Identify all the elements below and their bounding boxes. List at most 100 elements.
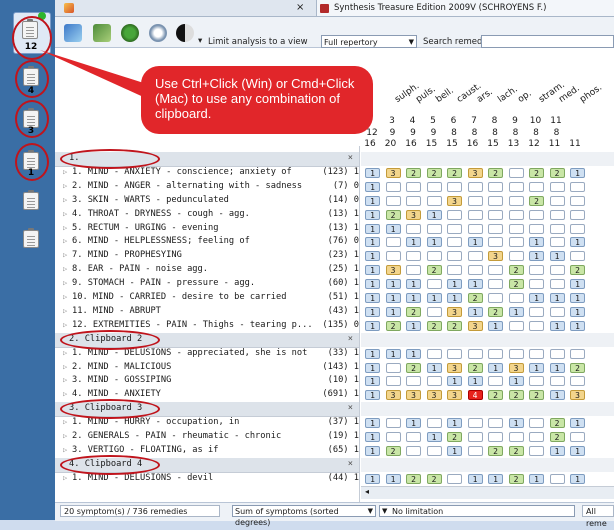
- grade-cell[interactable]: [508, 223, 524, 234]
- grade-cell[interactable]: [508, 320, 524, 331]
- grade-cell[interactable]: [447, 209, 462, 220]
- grade-cell[interactable]: [529, 320, 544, 331]
- close-icon[interactable]: ×: [348, 402, 353, 416]
- grade-cell[interactable]: 1: [426, 432, 442, 442]
- scroll-left-icon[interactable]: ◂: [365, 487, 369, 496]
- grade-cell[interactable]: [529, 445, 544, 456]
- repertory-view-icon[interactable]: [64, 24, 82, 42]
- grade-cell[interactable]: [488, 181, 503, 192]
- grade-cell[interactable]: [447, 181, 462, 192]
- grade-cell[interactable]: 2: [570, 265, 585, 276]
- grade-cell[interactable]: 2: [529, 167, 544, 178]
- grade-cell[interactable]: [385, 181, 401, 192]
- symptom-row[interactable]: ▷ 2. MIND - ANGER - alternating with - sa…: [55, 180, 365, 194]
- grade-cell[interactable]: 1: [365, 293, 380, 303]
- grade-cell[interactable]: 1: [508, 376, 524, 387]
- grade-cell[interactable]: 2: [508, 473, 524, 484]
- grade-cell[interactable]: 3: [406, 390, 421, 401]
- grade-cell[interactable]: 1: [488, 473, 503, 484]
- grade-cell[interactable]: [508, 181, 524, 192]
- grade-cell[interactable]: [488, 209, 503, 220]
- grade-cell[interactable]: [508, 167, 524, 178]
- status-remedies-filter[interactable]: All reme: [582, 505, 614, 528]
- grade-cell[interactable]: 3: [406, 209, 421, 220]
- grade-cell[interactable]: [529, 209, 544, 220]
- contrast-icon[interactable]: [176, 24, 194, 42]
- grade-cell[interactable]: 1: [549, 251, 565, 262]
- expand-icon[interactable]: ▷: [63, 263, 67, 277]
- grade-cell[interactable]: [426, 306, 442, 317]
- grade-cell[interactable]: 1: [447, 418, 462, 429]
- grade-cell[interactable]: [570, 348, 585, 359]
- grade-cell[interactable]: [426, 445, 442, 456]
- grade-cell[interactable]: 1: [467, 237, 483, 248]
- grade-cell[interactable]: [529, 418, 544, 429]
- grade-cell[interactable]: [570, 432, 585, 442]
- grade-cell[interactable]: [385, 251, 401, 262]
- grade-cell[interactable]: [447, 223, 462, 234]
- grade-cell[interactable]: 3: [385, 390, 401, 401]
- grade-cell[interactable]: 2: [467, 293, 483, 303]
- grade-cell[interactable]: 1: [385, 223, 401, 234]
- grade-cell[interactable]: [529, 348, 544, 359]
- grade-cell[interactable]: 1: [365, 167, 380, 178]
- grade-cell[interactable]: [385, 237, 401, 248]
- grade-cell[interactable]: [467, 251, 483, 262]
- expand-icon[interactable]: ▷: [63, 430, 67, 444]
- grade-cell[interactable]: [488, 348, 503, 359]
- grade-cell[interactable]: [488, 418, 503, 429]
- expand-icon[interactable]: ▷: [63, 194, 67, 208]
- grade-cell[interactable]: [426, 348, 442, 359]
- grade-cell[interactable]: [549, 195, 565, 206]
- grade-cell[interactable]: 1: [426, 209, 442, 220]
- grade-cell[interactable]: [385, 195, 401, 206]
- grade-cell[interactable]: 2: [385, 320, 401, 331]
- grade-cell[interactable]: 2: [406, 473, 421, 484]
- grade-cell[interactable]: 2: [549, 418, 565, 429]
- grade-cell[interactable]: 1: [529, 293, 544, 303]
- grade-cell[interactable]: 2: [508, 265, 524, 276]
- grade-cell[interactable]: 1: [365, 181, 380, 192]
- grade-cell[interactable]: 1: [549, 362, 565, 373]
- expand-icon[interactable]: ▷: [63, 291, 67, 305]
- symptom-row[interactable]: ▷ 8. EAR - PAIN - noise agg. (25) 1: [55, 263, 365, 277]
- grade-cell[interactable]: 2: [529, 390, 544, 401]
- grade-cell[interactable]: 1: [406, 279, 421, 290]
- grade-cell[interactable]: 1: [467, 279, 483, 290]
- grade-cell[interactable]: [385, 376, 401, 387]
- grade-cell[interactable]: [508, 293, 524, 303]
- analysis-icon[interactable]: [93, 24, 111, 42]
- grade-cell[interactable]: 1: [385, 348, 401, 359]
- grade-cell[interactable]: 1: [570, 293, 585, 303]
- grade-cell[interactable]: [406, 251, 421, 262]
- grade-cell[interactable]: 3: [508, 362, 524, 373]
- symptom-row[interactable]: ▷ 3. SKIN - WARTS - pedunculated (14) 0: [55, 194, 365, 208]
- grade-cell[interactable]: [406, 445, 421, 456]
- grade-cell[interactable]: [447, 251, 462, 262]
- grade-cell[interactable]: 2: [508, 390, 524, 401]
- grade-cell[interactable]: [570, 181, 585, 192]
- sort-select[interactable]: Sum of symptoms (sorted degrees) ▼: [232, 505, 376, 527]
- grade-cell[interactable]: [406, 181, 421, 192]
- grade-cell[interactable]: 2: [467, 362, 483, 373]
- grade-cell[interactable]: [529, 306, 544, 317]
- expand-icon[interactable]: ▷: [63, 416, 67, 430]
- close-icon[interactable]: ×: [348, 152, 353, 166]
- grade-cell[interactable]: 1: [365, 376, 380, 387]
- grade-cell[interactable]: 1: [365, 418, 380, 429]
- grade-cell[interactable]: [385, 432, 401, 442]
- grade-cell[interactable]: [529, 376, 544, 387]
- grade-cell[interactable]: 2: [488, 445, 503, 456]
- grade-cell[interactable]: 1: [385, 279, 401, 290]
- grade-cell[interactable]: 2: [426, 320, 442, 331]
- grade-cell[interactable]: 1: [365, 320, 380, 331]
- expand-icon[interactable]: ▷: [63, 347, 67, 361]
- grade-cell[interactable]: 3: [467, 320, 483, 331]
- grade-cell[interactable]: 1: [385, 293, 401, 303]
- grade-cell[interactable]: [488, 293, 503, 303]
- grade-cell[interactable]: 3: [385, 265, 401, 276]
- expand-icon[interactable]: ▷: [63, 444, 67, 458]
- grade-cell[interactable]: [570, 251, 585, 262]
- search-icon[interactable]: [149, 24, 167, 42]
- grade-cell[interactable]: [488, 279, 503, 290]
